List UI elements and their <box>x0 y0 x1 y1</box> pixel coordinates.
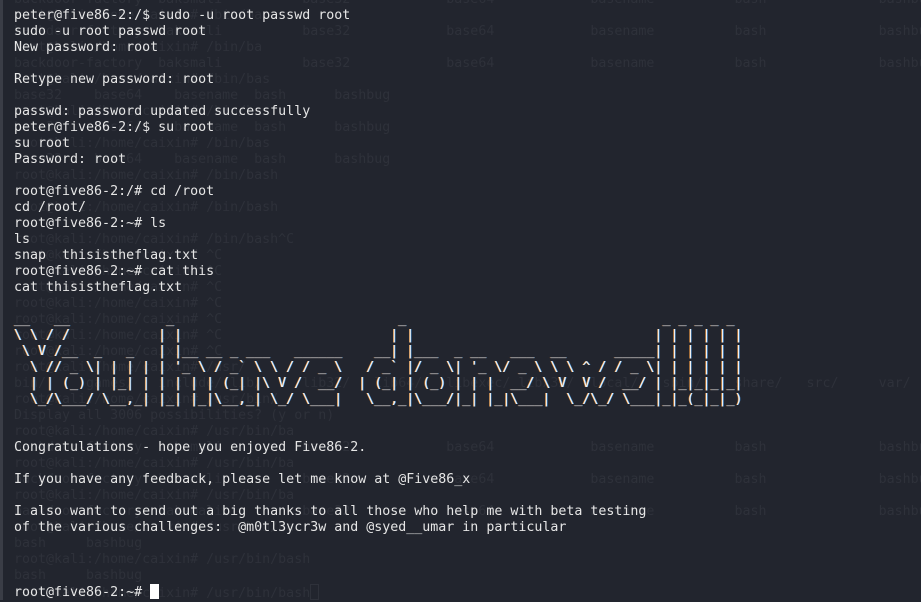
message-line: If you have any feedback, please let me … <box>14 472 471 487</box>
text-cursor <box>150 584 160 599</box>
output-line: peter@five86-2:/$ sudo -u root passwd ro… <box>14 8 351 23</box>
output-line: Retype new password: root <box>14 72 215 87</box>
terminal-output: peter@five86-2:/$ sudo -u root passwd ro… <box>14 8 921 296</box>
ascii-art-row: \ \ / / | | | | | | | | | | <box>14 328 743 343</box>
output-line: root@five86-2:/# cd /root <box>14 184 215 199</box>
ascii-art-row: \_/\___/ \__,_| |_| |_|\__,_| \_/ \___| … <box>14 392 743 407</box>
message-line <box>14 552 921 568</box>
output-line: passwd: password updated successfully <box>14 104 311 119</box>
output-line: su root <box>14 136 71 151</box>
message-line <box>14 488 921 504</box>
ghost-line: backdoor-factory baksmali base32 base64 … <box>14 0 921 8</box>
output-line: ls <box>14 232 31 247</box>
window-left-border <box>0 0 3 600</box>
output-line: sudo -u root passwd root <box>14 24 207 39</box>
output-line: snap thisistheflag.txt <box>14 248 199 263</box>
message-line <box>14 456 921 472</box>
output-line: cat thisistheflag.txt <box>14 280 183 295</box>
shell-prompt: root@five86-2:~# <box>14 585 151 600</box>
output-line: root@five86-2:~# ls <box>14 216 167 231</box>
ascii-art-row: | | (_) | |_| | | | | | (_| |\ V / __/ |… <box>14 376 743 391</box>
flag-message: Congratulations - hope you enjoyed Five8… <box>14 440 921 584</box>
ascii-art-row: \ // _ \| | | | | '_ \ / _` \ \ / / _ \ … <box>14 360 743 375</box>
output-line: Password: root <box>14 152 127 167</box>
output-line: root@five86-2:~# cat this <box>14 264 215 279</box>
ascii-art-row: __ __ _ _ _ _ _ _ _ <box>14 312 735 327</box>
message-line: of the various challenges: @m0tl3ycr3w a… <box>14 520 567 535</box>
output-line: peter@five86-2:/$ su root <box>14 120 215 135</box>
message-line <box>14 568 921 584</box>
message-line: I also want to send out a big thanks to … <box>14 504 647 519</box>
ascii-art-row: \ V /__ _ _ | |__ __ _ ___ ______ __| |_… <box>14 344 743 359</box>
prompt-line[interactable]: root@five86-2:~# <box>14 584 921 600</box>
output-line: New password: root <box>14 40 159 55</box>
message-line <box>14 536 921 552</box>
terminal[interactable]: peter@five86-2:/$ sudo -u root passwd ro… <box>14 8 921 600</box>
message-line: Congratulations - hope you enjoyed Five8… <box>14 440 367 455</box>
output-line: cd /root/ <box>14 200 87 215</box>
ascii-art-banner: __ __ _ _ _ _ _ _ _ \ \ / / | | | | | | |… <box>14 312 921 408</box>
